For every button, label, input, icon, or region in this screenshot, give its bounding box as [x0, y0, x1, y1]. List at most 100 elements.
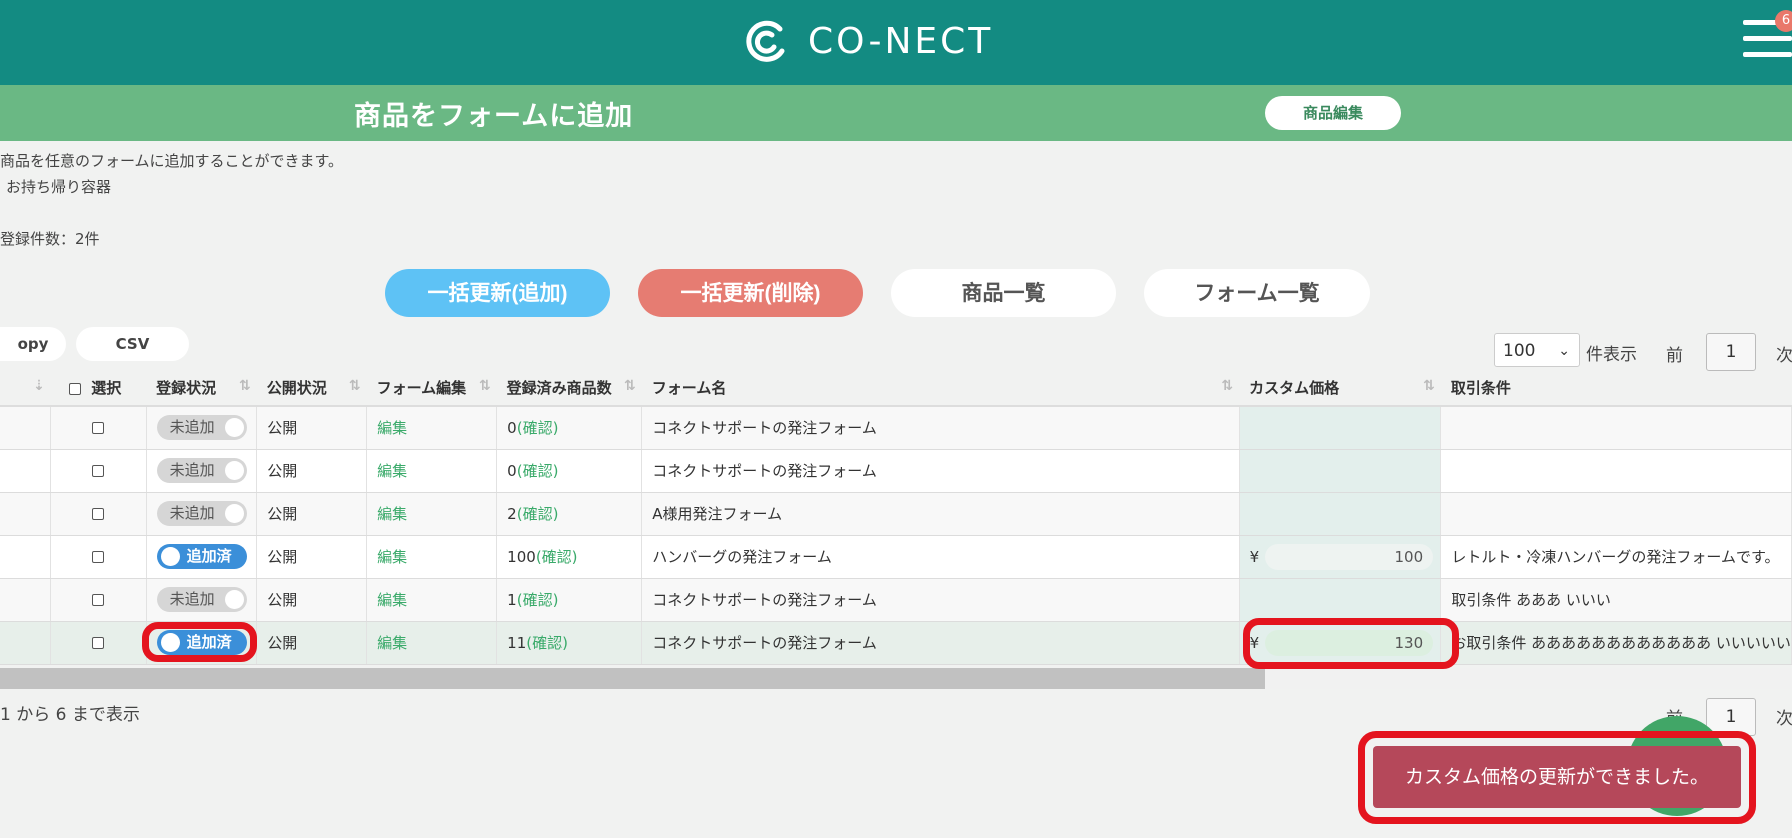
edit-link[interactable]: 編集 — [377, 505, 407, 523]
count-cell: 11(確認) — [497, 621, 642, 664]
publish-cell: 公開 — [257, 535, 367, 578]
edit-link[interactable]: 編集 — [377, 548, 407, 566]
select-column-header: 選択 — [51, 370, 146, 406]
status-toggle[interactable]: 未追加 — [157, 587, 247, 612]
form-name-cell: ハンバーグの発注フォーム — [642, 535, 1239, 578]
title-bar — [0, 85, 1792, 141]
next-page-link[interactable]: 次 — [1776, 341, 1792, 366]
publish-cell: 公開 — [257, 492, 367, 535]
count-cell: 100(確認) — [497, 535, 642, 578]
row-handle-cell — [0, 449, 51, 492]
confirm-link[interactable]: (確認) — [517, 505, 559, 523]
horizontal-scrollbar-thumb[interactable] — [0, 668, 1265, 689]
confirm-link[interactable]: (確認) — [517, 462, 559, 480]
select-cell — [51, 621, 146, 664]
select-cell — [51, 449, 146, 492]
info-description: 商品を任意のフォームに追加することができます。 — [0, 150, 343, 171]
form-list-button[interactable]: フォーム一覧 — [1144, 269, 1370, 317]
toast-message: カスタム価格の更新ができました。 — [1373, 746, 1741, 808]
edit-cell: 編集 — [367, 449, 497, 492]
confirm-link[interactable]: (確認) — [517, 591, 559, 609]
custom-price-cell — [1239, 406, 1441, 449]
custom-price-cell — [1239, 578, 1441, 621]
row-handle-cell — [0, 535, 51, 578]
current-page-button[interactable]: 1 — [1706, 333, 1756, 371]
status-toggle[interactable]: 未追加 — [157, 501, 247, 526]
custom-price-cell — [1239, 449, 1441, 492]
status-column-header[interactable]: 登録状況⇅ — [146, 370, 257, 406]
horizontal-scrollbar-track[interactable] — [1265, 668, 1792, 689]
confirm-link[interactable]: (確認) — [536, 548, 578, 566]
product-list-button[interactable]: 商品一覧 — [891, 269, 1116, 317]
select-cell — [51, 406, 146, 449]
status-cell: 未追加 — [146, 406, 257, 449]
csv-button[interactable]: CSV — [76, 327, 189, 361]
status-cell: 未追加 — [146, 449, 257, 492]
select-cell — [51, 578, 146, 621]
custom-price-cell: ¥100 — [1239, 535, 1441, 578]
row-checkbox[interactable] — [92, 422, 104, 434]
row-handle-cell — [0, 492, 51, 535]
custom-price-input[interactable]: 100 — [1265, 544, 1433, 570]
select-cell — [51, 535, 146, 578]
row-checkbox[interactable] — [92, 508, 104, 520]
table-row: 追加済 公開 編集 11(確認) コネクトサポートの発注フォーム ¥130 お取… — [0, 621, 1792, 664]
sort-column-header[interactable]: ⇣ — [0, 370, 51, 406]
product-edit-button[interactable]: 商品編集 — [1265, 96, 1401, 130]
table-row: 未追加 公開 編集 0(確認) コネクトサポートの発注フォーム — [0, 406, 1792, 449]
edit-cell: 編集 — [367, 578, 497, 621]
bulk-delete-button[interactable]: 一括更新(削除) — [638, 269, 863, 317]
copy-button[interactable]: opy — [0, 327, 66, 361]
edit-link[interactable]: 編集 — [377, 634, 407, 652]
select-all-checkbox[interactable] — [69, 383, 81, 395]
edit-link[interactable]: 編集 — [377, 419, 407, 437]
status-toggle[interactable]: 未追加 — [157, 415, 247, 440]
confirm-link[interactable]: (確認) — [517, 419, 559, 437]
edit-link[interactable]: 編集 — [377, 462, 407, 480]
status-toggle[interactable]: 追加済 — [157, 544, 247, 569]
edit-cell: 編集 — [367, 406, 497, 449]
row-checkbox[interactable] — [92, 551, 104, 563]
row-checkbox[interactable] — [92, 594, 104, 606]
status-cell: 追加済 — [146, 535, 257, 578]
next-page-link[interactable]: 次 — [1776, 704, 1792, 729]
form-name-column-header[interactable]: フォーム名⇅ — [642, 370, 1239, 406]
count-cell: 1(確認) — [497, 578, 642, 621]
info-product-name: お持ち帰り容器 — [6, 176, 111, 197]
status-toggle[interactable]: 未追加 — [157, 458, 247, 483]
publish-column-header[interactable]: 公開状況⇅ — [257, 370, 367, 406]
form-name-cell: コネクトサポートの発注フォーム — [642, 406, 1239, 449]
sort-icon: ⇅ — [479, 378, 491, 394]
publish-cell: 公開 — [257, 578, 367, 621]
custom-price-column-header[interactable]: カスタム価格⇅ — [1239, 370, 1441, 406]
conditions-cell: お取引条件 ああああああああああああ いいいいい — [1441, 621, 1792, 664]
sort-icon: ⇅ — [1423, 378, 1435, 394]
page-size-select[interactable]: 100⌄ — [1494, 333, 1580, 367]
sort-icon: ⇅ — [1221, 378, 1233, 394]
sort-icon: ⇅ — [624, 378, 636, 394]
conditions-cell — [1441, 492, 1792, 535]
conditions-cell: 取引条件 あああ いいい — [1441, 578, 1792, 621]
prev-page-link[interactable]: 前 — [1666, 341, 1683, 366]
count-cell: 0(確認) — [497, 449, 642, 492]
form-name-cell: コネクトサポートの発注フォーム — [642, 621, 1239, 664]
conditions-cell — [1441, 406, 1792, 449]
registered-count-column-header[interactable]: 登録済み商品数⇅ — [497, 370, 642, 406]
sort-icon: ⇅ — [349, 378, 361, 394]
bulk-add-button[interactable]: 一括更新(追加) — [385, 269, 610, 317]
chevron-down-icon: ⌄ — [1558, 334, 1570, 368]
edit-cell: 編集 — [367, 492, 497, 535]
form-edit-column-header[interactable]: フォーム編集⇅ — [367, 370, 497, 406]
confirm-link[interactable]: (確認) — [526, 634, 568, 652]
count-cell: 0(確認) — [497, 406, 642, 449]
notification-badge: 6 — [1775, 10, 1792, 32]
publish-cell: 公開 — [257, 449, 367, 492]
edit-cell: 編集 — [367, 535, 497, 578]
logo[interactable]: CO-NECT — [742, 16, 993, 66]
row-checkbox[interactable] — [92, 465, 104, 477]
row-checkbox[interactable] — [92, 637, 104, 649]
paging-summary: 1 から 6 まで表示 — [0, 700, 140, 725]
table-row: 未追加 公開 編集 1(確認) コネクトサポートの発注フォーム 取引条件 あああ… — [0, 578, 1792, 621]
page-title: 商品をフォームに追加 — [354, 94, 633, 133]
edit-link[interactable]: 編集 — [377, 591, 407, 609]
